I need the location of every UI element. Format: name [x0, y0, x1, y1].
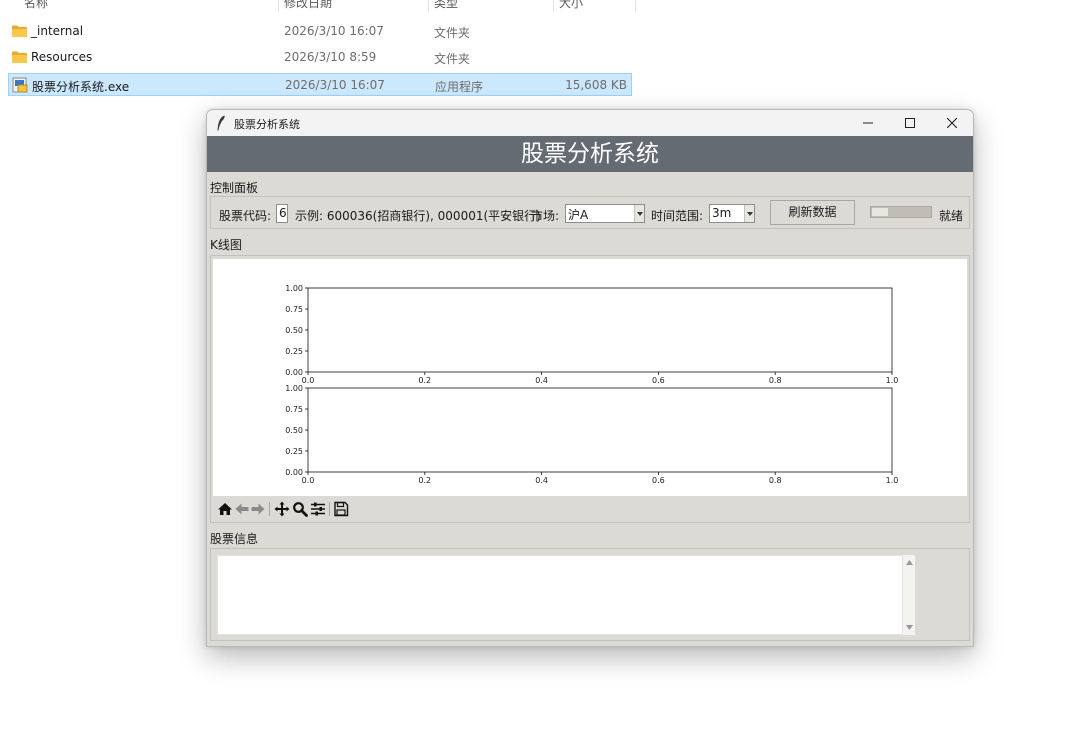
market-select[interactable]: 沪A	[565, 204, 645, 223]
minimize-button[interactable]	[847, 110, 889, 136]
y-tick-label: 0.50	[285, 326, 303, 335]
column-header-name[interactable]: 名称	[24, 0, 48, 11]
stock-info-textarea[interactable]	[217, 555, 903, 635]
column-header-size[interactable]: 大小	[559, 0, 583, 11]
y-tick-label: 0.50	[285, 426, 303, 435]
close-button[interactable]	[931, 110, 973, 136]
time-range-value: 3m	[712, 206, 732, 220]
time-range-select[interactable]: 3m	[709, 204, 755, 223]
file-type: 应用程序	[435, 80, 484, 94]
x-tick-label: 1.0	[886, 476, 899, 485]
maximize-icon	[905, 118, 915, 128]
file-explorer: 名称 修改日期 类型 大小 _internal 2026/3/10 16:07 …	[0, 0, 1080, 100]
maximize-button[interactable]	[889, 110, 931, 136]
y-tick-label: 0.75	[285, 405, 303, 414]
time-range-label: 时间范围:	[651, 209, 704, 223]
scroll-down-icon[interactable]	[906, 625, 913, 630]
x-tick-label: 0.0	[302, 376, 315, 385]
window-title: 股票分析系统	[234, 118, 300, 131]
y-tick-label: 1.00	[285, 384, 303, 393]
scroll-up-icon[interactable]	[906, 560, 913, 565]
file-name: _internal	[31, 24, 84, 38]
configure-subplots-icon[interactable]	[310, 501, 326, 517]
forward-icon[interactable]	[250, 501, 266, 517]
column-divider[interactable]	[428, 0, 429, 12]
toolbar-separator	[269, 502, 270, 516]
folder-icon	[12, 25, 27, 37]
chart-navigation-toolbar	[213, 496, 967, 521]
loading-progress-bar	[870, 206, 932, 218]
home-icon[interactable]	[217, 501, 233, 517]
file-type: 文件夹	[434, 26, 471, 40]
refresh-data-button[interactable]: 刷新数据	[770, 200, 855, 225]
column-divider[interactable]	[635, 0, 636, 12]
x-tick-label: 0.2	[418, 476, 431, 485]
y-tick-label: 1.00	[285, 284, 303, 293]
save-icon[interactable]	[333, 501, 349, 517]
folder-icon	[12, 51, 27, 63]
file-date: 2026/3/10 16:07	[284, 24, 384, 38]
file-row-resources[interactable]: Resources 2026/3/10 8:59 文件夹	[8, 46, 632, 69]
kline-chart-canvas[interactable]: 0.0 0.2 0.4 0.6 0.8 1.0 0.00 0.25 0.50 0.75 1.00 0.…	[213, 259, 967, 496]
file-type: 文件夹	[434, 52, 471, 66]
stock-code-label: 股票代码:	[219, 209, 272, 223]
x-tick-label: 0.8	[769, 376, 782, 385]
file-row-exe[interactable]: 股票分析系统.exe 2026/3/10 16:07 应用程序 15,608 K…	[8, 73, 632, 96]
progress-fill	[872, 208, 888, 216]
chevron-down-icon[interactable]	[634, 205, 644, 222]
plot-2-frame	[307, 387, 893, 473]
example-hint: 示例: 600036(招商银行), 000001(平安银行)	[295, 209, 541, 223]
x-tick-label: 0.6	[652, 376, 665, 385]
column-divider[interactable]	[553, 0, 554, 12]
zoom-icon[interactable]	[292, 501, 308, 517]
stock-code-input[interactable]: 6	[276, 204, 288, 223]
column-header-date[interactable]: 修改日期	[284, 0, 332, 11]
feather-icon	[217, 115, 225, 131]
x-tick-label: 0.4	[535, 476, 548, 485]
file-name: 股票分析系统.exe	[32, 80, 130, 94]
app-banner-title: 股票分析系统	[207, 136, 973, 172]
vertical-scrollbar[interactable]	[903, 555, 915, 635]
y-tick-label: 0.00	[285, 468, 303, 477]
control-panel-label: 控制面板	[210, 181, 259, 195]
file-date: 2026/3/10 8:59	[284, 50, 377, 64]
file-row-internal[interactable]: _internal 2026/3/10 16:07 文件夹	[8, 20, 632, 43]
pan-icon[interactable]	[274, 501, 290, 517]
kline-chart-svg: 0.0 0.2 0.4 0.6 0.8 1.00.000.250.500.751.000.…	[285, 284, 899, 485]
window-titlebar[interactable]: 股票分析系统	[207, 110, 973, 136]
kline-section-label: K线图	[210, 238, 242, 252]
y-tick-label: 0.75	[285, 305, 303, 314]
exe-icon	[12, 77, 28, 93]
file-size: 15,608 KB	[565, 78, 627, 92]
toolbar-separator	[329, 502, 330, 516]
file-date: 2026/3/10 16:07	[285, 78, 385, 92]
market-select-value: 沪A	[568, 208, 589, 222]
y-tick-label: 0.00	[285, 368, 303, 377]
stock-analysis-window: 股票分析系统 股票分析系统 控制面板 股票代码: 6 示例: 600036(招商…	[206, 109, 974, 647]
x-tick-label: 0.8	[769, 476, 782, 485]
market-label: 市场:	[531, 209, 560, 223]
x-tick-label: 1.0	[886, 376, 899, 385]
y-tick-label: 0.25	[285, 447, 303, 456]
y-tick-label: 0.25	[285, 347, 303, 356]
chevron-down-icon[interactable]	[744, 205, 754, 222]
column-header-type[interactable]: 类型	[434, 0, 458, 11]
close-icon	[947, 118, 957, 128]
x-tick-label: 0.2	[418, 376, 431, 385]
x-tick-label: 0.4	[535, 376, 548, 385]
back-icon[interactable]	[234, 501, 250, 517]
column-divider[interactable]	[278, 0, 279, 12]
file-name: Resources	[31, 50, 93, 64]
x-tick-label: 0.6	[652, 476, 665, 485]
plot-1-frame	[307, 287, 893, 373]
minimize-icon	[863, 122, 873, 124]
status-text: 就绪	[939, 209, 964, 223]
stock-info-label: 股票信息	[210, 532, 259, 546]
x-tick-label: 0.0	[302, 476, 315, 485]
